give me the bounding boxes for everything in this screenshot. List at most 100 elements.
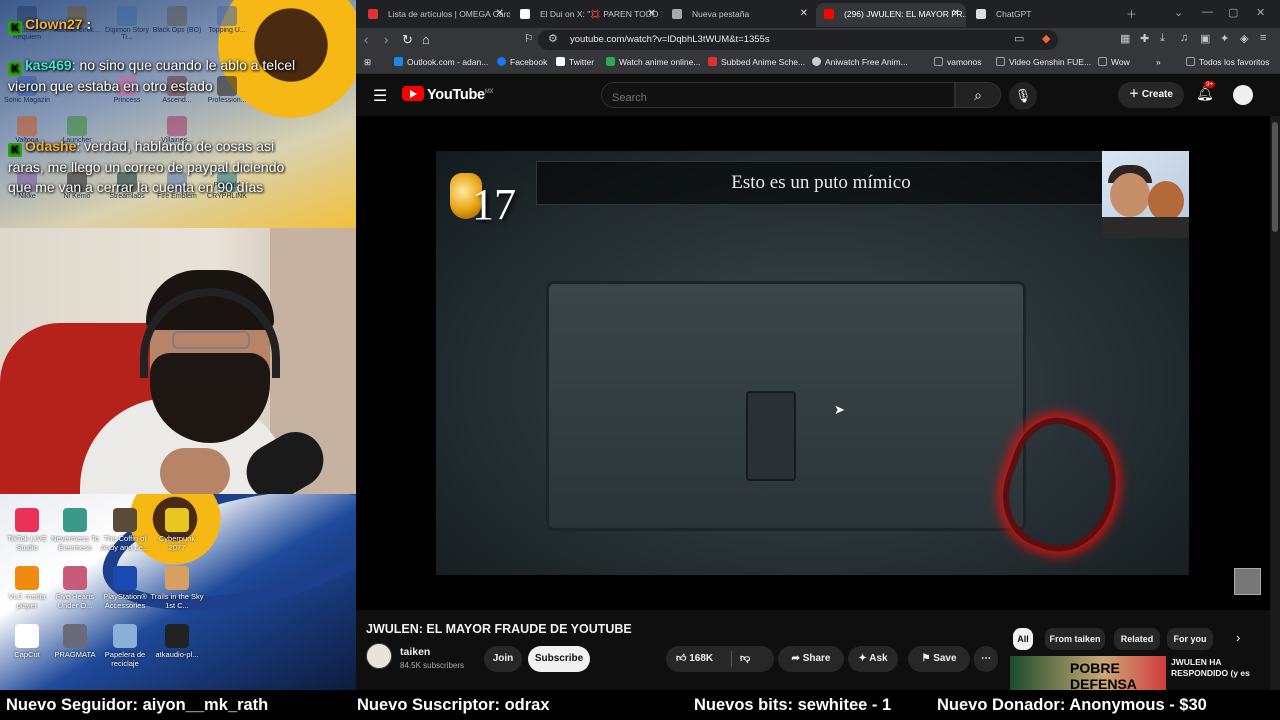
page-scrollbar[interactable] (1270, 116, 1280, 690)
folder-icon (934, 57, 943, 66)
maximize-icon[interactable]: ▢ (1228, 6, 1238, 19)
chat-username: kas469 (25, 57, 72, 73)
ticker-follower: Nuevo Seguidor: aiyon__mk_rath (6, 696, 269, 714)
site-info-icon[interactable]: ⚙ (548, 32, 558, 45)
url-field[interactable]: youtube.com/watch?v=lDqbhL3tWUM&t=1355s (538, 30, 1058, 50)
create-button[interactable]: ＋ Create (1118, 82, 1184, 108)
search-input[interactable] (601, 82, 955, 108)
search-button[interactable]: ⌕ (955, 82, 1001, 108)
channel-name[interactable]: taiken (400, 646, 430, 658)
home-icon[interactable]: ⌂ (422, 32, 430, 47)
video-frame[interactable]: Esto es un puto mímico 17 ➤ (436, 151, 1189, 575)
bookmark-twitter[interactable]: Twitter (556, 57, 594, 67)
notifications-button[interactable]: 🔔︎ 9+ (1196, 81, 1216, 102)
bookmark-icon[interactable]: ⚐ (524, 32, 534, 45)
bookmark-outlook[interactable]: Outlook.com - adan... (394, 57, 488, 67)
desktop-icon-nevermess[interactable]: Nevermess To Evermess (48, 508, 102, 552)
close-icon[interactable]: ✕ (952, 8, 960, 19)
filter-chip-for-you[interactable]: For you (1167, 628, 1213, 650)
desktop-icon-capcut[interactable]: CapCut (0, 624, 54, 659)
hamburger-menu-icon[interactable]: ☰ (373, 86, 387, 106)
x-logo-icon (520, 9, 530, 19)
channel-watermark[interactable] (1234, 568, 1261, 595)
tab-twitter[interactable]: El Dui on X: "💢 PAREN TODO 💢 ✕ (512, 3, 662, 27)
bookmark-folder-vamonos[interactable]: vamonos (934, 57, 982, 67)
desktop-icon-five-hearts[interactable]: Five Hearts Under O... (48, 566, 102, 610)
ask-button[interactable]: ✦ Ask (848, 646, 898, 672)
like-button[interactable]: 👍︎ 168K (676, 653, 713, 664)
recommended-video-thumbnail[interactable]: POBRE DEFENSA (1010, 656, 1166, 690)
like-dislike-group: 👍︎ 168K 👎︎ (666, 646, 774, 672)
tab-list-icon[interactable]: ⌄ (1174, 6, 1183, 19)
puzzle-icon[interactable]: ✚ (1140, 32, 1149, 45)
menu-icon[interactable]: ≡ (1260, 32, 1266, 44)
save-button[interactable]: ⚑ Save (908, 646, 970, 672)
desktop-icon-trails[interactable]: Trails in the Sky 1st C... (150, 566, 204, 610)
leo-ai-icon[interactable]: ✦ (1220, 32, 1229, 45)
desktop-icon-pragmata[interactable]: PRAGMATA (48, 624, 102, 659)
vlc-cone-icon (15, 566, 39, 590)
folder-icon (996, 57, 1005, 66)
creator-avatar-overlay (1102, 151, 1189, 238)
playstation-icon (113, 566, 137, 590)
microphone-icon: 🎙︎ (1014, 88, 1032, 103)
scrollbar-thumb[interactable] (1272, 122, 1278, 232)
vpn-shield-icon[interactable]: ◈ (1240, 32, 1248, 45)
desktop-icon-recycle-bin[interactable]: Papelera de reciclaje (98, 624, 152, 668)
kick-badge-icon: K (8, 21, 22, 35)
filter-chip-from-channel[interactable]: From taiken (1045, 628, 1105, 650)
bookmark-folder-wow[interactable]: Wow (1098, 57, 1130, 67)
tab-new[interactable]: Nueva pestaña ✕ (664, 3, 814, 27)
new-tab-plus-icon[interactable]: ＋ (1126, 6, 1137, 22)
dislike-button[interactable]: 👎︎ (740, 646, 750, 672)
bookmark-watch-anime[interactable]: Watch anime online... (606, 57, 700, 67)
bookmark-all-favorites[interactable]: Todos los favoritos (1186, 57, 1269, 67)
more-actions-button[interactable]: ⋯ (974, 646, 998, 672)
outlook-icon (394, 57, 403, 66)
reload-icon[interactable]: ↻ (402, 32, 413, 48)
filter-chip-related[interactable]: Related (1114, 628, 1160, 650)
tab-favicon (368, 9, 378, 19)
music-icon[interactable]: ♫ (1180, 32, 1188, 44)
youtube-logo[interactable]: YouTubeMX (402, 86, 494, 103)
bookmark-aniwatch[interactable]: Aniwatch Free Anim... (812, 57, 908, 67)
download-icon[interactable]: ⤓ (1160, 32, 1165, 45)
filter-chip-all[interactable]: All (1013, 628, 1033, 650)
video-player[interactable]: Esto es un puto mímico 17 ➤ (356, 116, 1280, 610)
minimize-icon[interactable]: — (1202, 6, 1213, 18)
forward-arrow-icon[interactable]: › (384, 32, 388, 47)
chevron-right-icon[interactable]: › (1236, 630, 1240, 645)
apps-grid-icon[interactable]: ⊞ (364, 57, 371, 68)
join-button[interactable]: Join (484, 646, 522, 672)
wallet-icon[interactable]: ▣ (1200, 32, 1210, 45)
tab-chatgpt[interactable]: ChatGPT (968, 3, 1118, 27)
bookmark-facebook[interactable]: Facebook (497, 57, 547, 67)
brave-shield-icon[interactable]: ◆ (1042, 32, 1050, 45)
thumbs-down-icon: 👎︎ (740, 653, 751, 664)
bookmark-folder-genshin[interactable]: Video Genshin FUE... (996, 57, 1091, 67)
cast-icon[interactable]: ▭ (1014, 32, 1024, 45)
desktop-icon-coffin[interactable]: The Coffin of Andy and Le... (98, 508, 152, 552)
desktop-icon-atkaudio[interactable]: atkaudio-pl... (150, 624, 204, 659)
share-button[interactable]: ➦ Share (778, 646, 844, 672)
tab-youtube-active[interactable]: (296) JWULEN: EL MAYOR FR... ✕ (816, 3, 966, 27)
back-arrow-icon[interactable]: ‹ (364, 32, 368, 47)
desktop-icon-cyberpunk[interactable]: Cyberpunk 2077 (150, 508, 204, 552)
extension-icon[interactable]: ▦ (1120, 32, 1130, 45)
channel-avatar[interactable] (366, 643, 392, 669)
subscribe-button[interactable]: Subscribe (528, 646, 590, 672)
close-icon[interactable]: ✕ (496, 8, 504, 19)
tab-omega[interactable]: Lista de artículos | OMEGA Card ✕ (360, 3, 510, 27)
desktop-icon-vlc[interactable]: VLC media player (0, 566, 54, 610)
desktop-icon-playstation[interactable]: PlayStation® Accessories (98, 566, 152, 610)
bookmarks-overflow-icon[interactable]: » (1156, 57, 1161, 67)
recommended-video-title[interactable]: JWULEN HA RESPONDIDO (y es (1171, 657, 1267, 679)
bookmark-subbed-anime[interactable]: Subbed Anime Sche... (708, 57, 805, 67)
subscriber-count: 84.5K subscribers (400, 661, 465, 670)
close-icon[interactable]: ✕ (800, 8, 808, 19)
close-icon[interactable]: ✕ (648, 8, 656, 19)
desktop-icon-tiktok[interactable]: TikTok LIVE Studio (0, 508, 54, 552)
account-avatar[interactable] (1233, 85, 1253, 105)
window-close-icon[interactable]: ✕ (1256, 6, 1265, 19)
voice-search-button[interactable]: 🎙︎ (1009, 82, 1037, 110)
